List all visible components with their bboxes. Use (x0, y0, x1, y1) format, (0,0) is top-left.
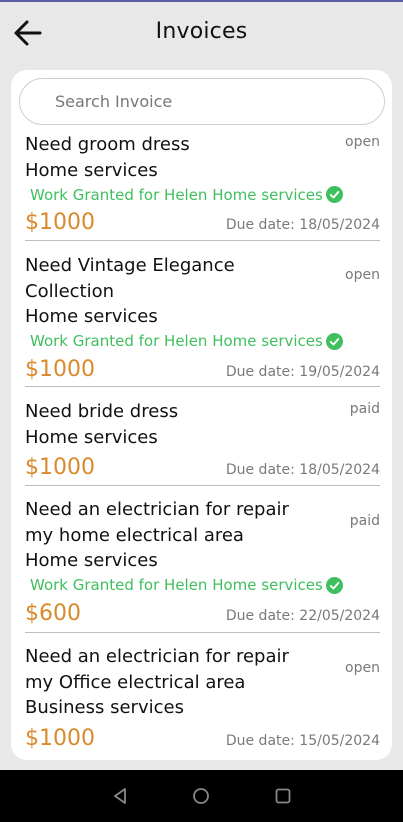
granted-badge: Work Granted for Helen Home services (25, 184, 380, 205)
invoice-description: Need an electrician for repair my home el… (25, 497, 300, 574)
granted-text: Work Granted for Helen Home services (30, 185, 323, 204)
invoice-item[interactable]: Need groom dress Home services open Work… (25, 132, 380, 235)
invoice-item[interactable]: Need Vintage Elegance Collection Home ser… (25, 253, 380, 382)
square-recent-icon[interactable] (274, 787, 292, 805)
invoice-status: paid (349, 513, 380, 529)
invoice-category: Home services (25, 426, 158, 448)
divider (25, 386, 380, 387)
invoice-amount: $1000 (25, 455, 95, 480)
divider (25, 632, 380, 633)
invoice-title: Need Vintage Elegance Collection (25, 255, 235, 302)
granted-badge: Work Granted for Helen Home services (25, 331, 380, 352)
invoice-description: Need an electrician for repair my Office … (25, 644, 300, 721)
invoice-status: open (345, 134, 380, 150)
invoice-due-date: Due date: 18/05/2024 (225, 462, 380, 478)
app-header: Invoices (0, 2, 403, 64)
divider (25, 485, 380, 486)
invoice-item[interactable]: Need bride dress Home services paid $100… (25, 399, 380, 480)
invoice-footer: $1000 Due date: 18/05/2024 (25, 450, 380, 480)
invoice-amount: $1000 (25, 725, 95, 751)
invoice-category: Home services (25, 550, 158, 571)
page-title: Invoices (155, 19, 248, 44)
invoice-description: Need Vintage Elegance Collection Home ser… (25, 253, 300, 330)
triangle-back-icon[interactable] (111, 787, 129, 805)
invoice-description: Need bride dress Home services (25, 399, 300, 450)
check-circle-icon (325, 576, 343, 594)
invoice-status: paid (349, 401, 380, 417)
divider (25, 240, 380, 241)
invoice-amount: $1000 (25, 210, 95, 235)
invoice-description: Need groom dress Home services (25, 132, 300, 183)
search-input[interactable] (19, 78, 385, 125)
invoice-title: Need an electrician for repair my Office … (25, 646, 289, 693)
invoice-due-date: Due date: 22/05/2024 (225, 607, 380, 624)
invoice-due-date: Due date: 15/05/2024 (225, 732, 380, 749)
invoice-item[interactable]: Need an electrician for repair my Office … (25, 644, 380, 751)
invoice-footer: $1000 Due date: 15/05/2024 (25, 721, 380, 751)
invoice-amount: $1000 (25, 356, 95, 382)
check-circle-icon (325, 186, 343, 203)
granted-text: Work Granted for Helen Home services (30, 576, 323, 594)
check-circle-icon (325, 332, 343, 350)
invoice-footer: $600 Due date: 22/05/2024 (25, 596, 380, 626)
android-nav-bar (0, 770, 403, 822)
invoice-amount: $600 (25, 600, 81, 626)
invoice-category: Home services (25, 306, 158, 327)
invoice-title: Need groom dress (25, 134, 190, 155)
invoice-due-date: Due date: 19/05/2024 (225, 363, 380, 380)
granted-text: Work Granted for Helen Home services (30, 332, 323, 350)
invoice-footer: $1000 Due date: 19/05/2024 (25, 352, 380, 382)
invoice-item[interactable]: Need an electrician for repair my home el… (25, 497, 380, 626)
circle-home-icon[interactable] (192, 787, 210, 805)
invoice-list-card: Need groom dress Home services open Work… (11, 70, 392, 760)
invoice-title: Need an electrician for repair my home el… (25, 499, 289, 546)
invoice-status: open (345, 267, 380, 283)
invoice-title: Need bride dress (25, 401, 179, 422)
invoice-category: Home services (25, 159, 158, 181)
invoice-due-date: Due date: 18/05/2024 (225, 217, 380, 233)
invoice-status: open (345, 660, 380, 676)
invoice-footer: $1000 Due date: 18/05/2024 (25, 205, 380, 235)
granted-badge: Work Granted for Helen Home services (25, 575, 380, 596)
invoice-category: Business services (25, 697, 184, 718)
